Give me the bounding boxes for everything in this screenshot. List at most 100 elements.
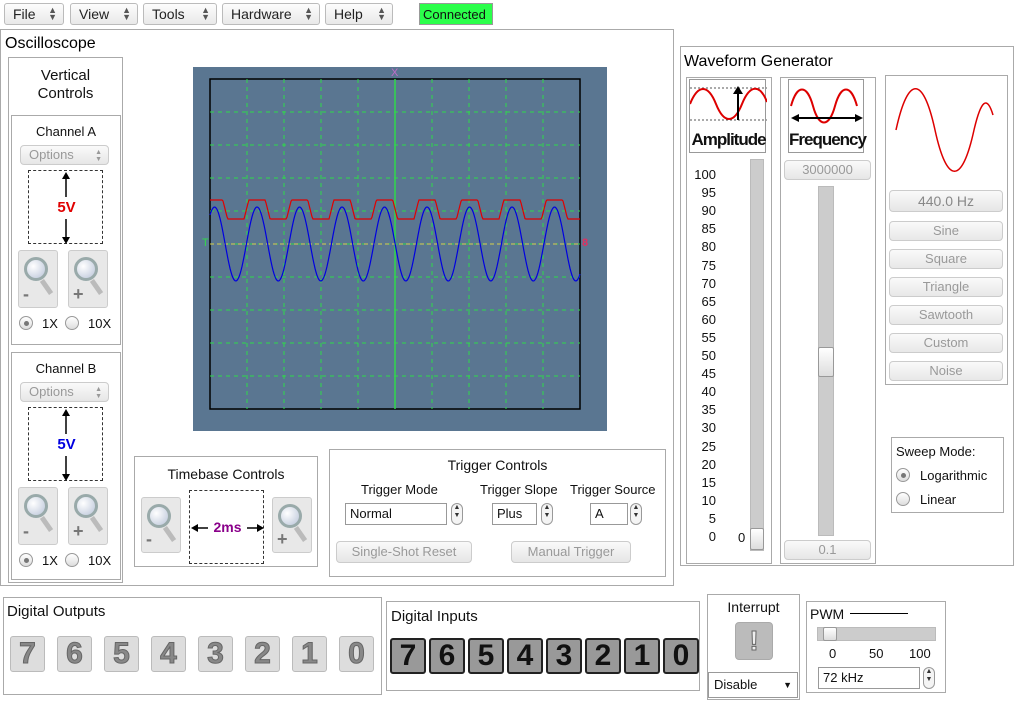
channel-b-1x-radio[interactable]: [19, 553, 33, 567]
menu-view[interactable]: View ▲ ▼: [70, 3, 138, 25]
menu-tools[interactable]: Tools ▲ ▼: [143, 3, 217, 25]
trigger-slope-stepper[interactable]: ▲ ▼: [541, 503, 553, 525]
oscilloscope-title: Oscilloscope: [5, 35, 96, 52]
sine-preview-icon: [895, 88, 994, 172]
manual-trigger-button[interactable]: Manual Trigger: [511, 541, 631, 563]
timebase-zoom-in-button[interactable]: +: [272, 497, 312, 553]
channel-a-zoom-out-button[interactable]: -: [18, 250, 58, 308]
amplitude-tick-label: 85: [701, 221, 716, 237]
digital-input-bit-0: 0: [663, 638, 699, 674]
amplitude-tick-label: 100: [694, 167, 716, 182]
amplitude-tick-label: 65: [701, 293, 716, 309]
scope-screen[interactable]: X T 8: [193, 67, 607, 431]
noise-button[interactable]: Noise: [889, 361, 1003, 381]
amplitude-tick-label: 75: [701, 257, 716, 273]
digital-input-bit-6: 6: [429, 638, 465, 674]
chevron-updown-icon: ▲ ▼: [377, 5, 386, 22]
pwm-slider[interactable]: [817, 627, 936, 641]
trigger-title: Trigger Controls: [447, 457, 548, 473]
custom-button[interactable]: Custom: [889, 333, 1003, 353]
chevron-updown-icon: ▲ ▼: [201, 5, 210, 22]
frequency-max-value: 3000000: [784, 160, 871, 180]
channel-b-10x-radio[interactable]: [65, 553, 79, 567]
amplitude-tick-label: 80: [701, 239, 716, 255]
sine-button[interactable]: Sine: [889, 221, 1003, 241]
menu-tools-label: Tools: [152, 6, 185, 22]
channel-b-options-label: Options: [29, 384, 74, 399]
channel-b-scale-display: 5V: [28, 407, 103, 481]
minus-icon: -: [146, 529, 152, 549]
amplitude-tick-label: 20: [701, 456, 716, 472]
pwm-tick-50: 50: [869, 646, 884, 661]
digital-output-bit-7[interactable]: 7: [10, 636, 45, 672]
menu-help[interactable]: Help ▲ ▼: [325, 3, 393, 25]
frequency-readout: 440.0 Hz: [889, 190, 1003, 212]
timebase-zoom-out-button[interactable]: -: [141, 497, 181, 553]
channel-a-10x-label: 10X: [88, 316, 112, 331]
triangle-button[interactable]: Triangle: [889, 277, 1003, 297]
magnifier-icon: [147, 504, 171, 528]
digital-output-bit-5[interactable]: 5: [104, 636, 139, 672]
trigger-mode-field[interactable]: Normal: [345, 503, 447, 525]
channel-a-options-label: Options: [29, 147, 74, 162]
minus-icon: -: [23, 521, 29, 541]
single-shot-reset-button[interactable]: Single-Shot Reset: [336, 541, 472, 563]
trigger-mode-stepper[interactable]: ▲ ▼: [451, 503, 463, 525]
frequency-slider[interactable]: [818, 186, 834, 536]
amplitude-tick-label: 25: [701, 438, 716, 454]
channel-a-label: Channel A: [36, 124, 96, 139]
digital-output-bit-3[interactable]: 3: [198, 636, 233, 672]
trigger-slope-label: Trigger Slope: [480, 482, 558, 497]
chevron-updown-icon: ▲ ▼: [95, 386, 102, 400]
timebase-display: 2ms: [189, 490, 264, 564]
pwm-slider-thumb[interactable]: [823, 627, 838, 641]
channel-a-options-select[interactable]: Options ▲ ▼: [20, 145, 109, 165]
channel-b-zoom-out-button[interactable]: -: [18, 487, 58, 545]
chevron-updown-icon: ▲ ▼: [122, 5, 131, 22]
amplitude-tick-label: 55: [701, 329, 716, 345]
plus-icon: +: [73, 521, 84, 541]
sawtooth-button[interactable]: Sawtooth: [889, 305, 1003, 325]
amplitude-tick-label: 0: [708, 529, 716, 544]
channel-b-zoom-in-button[interactable]: +: [68, 487, 108, 545]
interrupt-button[interactable]: !: [735, 622, 773, 660]
chevron-updown-icon: ▲ ▼: [95, 149, 102, 163]
sweep-linear-radio[interactable]: [896, 492, 910, 506]
menu-hardware[interactable]: Hardware ▲ ▼: [222, 3, 320, 25]
amplitude-tick-label: 40: [701, 384, 716, 400]
frequency-slider-thumb[interactable]: [818, 347, 834, 377]
interrupt-select[interactable]: Disable ▼: [708, 672, 798, 698]
trigger-source-stepper[interactable]: ▲ ▼: [630, 503, 642, 525]
channel-b-options-select[interactable]: Options ▲ ▼: [20, 382, 109, 402]
digital-output-bit-2[interactable]: 2: [245, 636, 280, 672]
amplitude-tick-label: 10: [701, 492, 716, 508]
digital-outputs-title: Digital Outputs: [7, 603, 106, 620]
digital-output-bit-0[interactable]: 0: [339, 636, 374, 672]
amplitude-tick-label: 45: [701, 366, 716, 382]
digital-output-bit-1[interactable]: 1: [292, 636, 327, 672]
pwm-frequency-field[interactable]: 72 kHz: [818, 667, 920, 689]
trigger-source-field[interactable]: A: [590, 503, 628, 525]
amplitude-slider-thumb[interactable]: [750, 528, 764, 550]
interrupt-title: Interrupt: [727, 599, 780, 615]
digital-inputs-title: Digital Inputs: [391, 608, 478, 625]
chevron-down-icon: ▼: [783, 680, 792, 690]
channel-a-10x-radio[interactable]: [65, 316, 79, 330]
amplitude-tick-label: 70: [701, 275, 716, 291]
scope-graticule: [209, 78, 581, 410]
connection-status: Connected: [419, 3, 493, 25]
frequency-label: Frequency: [789, 130, 867, 149]
square-button[interactable]: Square: [889, 249, 1003, 269]
pwm-frequency-stepper[interactable]: ▲ ▼: [923, 667, 935, 689]
menu-file[interactable]: File ▲ ▼: [4, 3, 64, 25]
digital-output-bit-4[interactable]: 4: [151, 636, 186, 672]
amplitude-slider[interactable]: [750, 159, 764, 551]
channel-a-1x-radio[interactable]: [19, 316, 33, 330]
channel-b-marker: 8: [582, 237, 589, 249]
digital-output-bit-6[interactable]: 6: [57, 636, 92, 672]
channel-a-zoom-in-button[interactable]: +: [68, 250, 108, 308]
channel-a-scale-display: 5V: [28, 170, 103, 244]
sweep-logarithmic-radio[interactable]: [896, 468, 910, 482]
trigger-slope-field[interactable]: Plus: [492, 503, 537, 525]
channel-b-1x-label: 1X: [42, 553, 58, 568]
